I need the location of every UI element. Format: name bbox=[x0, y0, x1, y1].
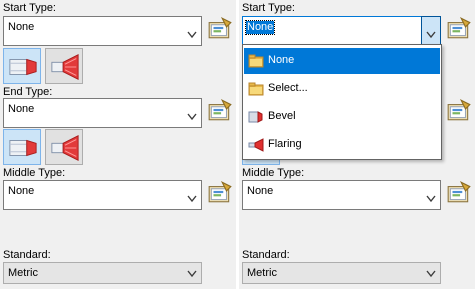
middle-type-label: Middle Type: bbox=[242, 167, 305, 179]
start-type-label: Start Type: bbox=[3, 2, 56, 14]
chevron-down-icon bbox=[187, 113, 197, 120]
bevel-end-button[interactable] bbox=[3, 129, 41, 165]
middle-type-combo[interactable]: None bbox=[3, 180, 202, 210]
start-type-dropdown-list: None Select... Bevel Flaring bbox=[242, 44, 442, 160]
standard-label: Standard: bbox=[3, 249, 51, 261]
browse-folder-icon[interactable] bbox=[207, 17, 233, 39]
bevel-icon bbox=[9, 140, 37, 156]
chevron-down-icon bbox=[187, 31, 197, 38]
bevel-end-button[interactable] bbox=[3, 48, 41, 84]
option-label: Bevel bbox=[268, 110, 296, 122]
standard-combo[interactable]: Metric bbox=[242, 262, 441, 284]
bevel-icon bbox=[248, 111, 263, 123]
folder-icon bbox=[248, 54, 264, 68]
standard-label: Standard: bbox=[242, 249, 290, 261]
dropdown-option-flaring[interactable]: Flaring bbox=[244, 132, 440, 158]
left-panel: Start Type: None End Type: None Middle T… bbox=[0, 0, 236, 289]
flaring-end-button[interactable] bbox=[45, 48, 83, 84]
end-type-combo[interactable]: None bbox=[3, 98, 202, 128]
chevron-down-icon bbox=[426, 270, 436, 277]
browse-folder-icon[interactable] bbox=[207, 99, 233, 121]
middle-type-value: None bbox=[247, 185, 274, 197]
browse-folder-icon[interactable] bbox=[446, 17, 472, 39]
browse-folder-icon[interactable] bbox=[446, 99, 472, 121]
start-type-combo[interactable]: None bbox=[3, 16, 202, 46]
chevron-down-icon bbox=[426, 195, 436, 202]
chevron-down-icon bbox=[187, 270, 197, 277]
standard-value: Metric bbox=[247, 267, 277, 279]
start-type-combo[interactable]: None bbox=[242, 16, 441, 46]
option-label: None bbox=[268, 54, 295, 66]
dropdown-toggle[interactable] bbox=[421, 16, 441, 46]
dropdown-option-select[interactable]: Select... bbox=[244, 76, 440, 102]
flaring-end-button[interactable] bbox=[45, 129, 83, 165]
start-type-value: None bbox=[8, 21, 35, 33]
option-label: Select... bbox=[268, 82, 308, 94]
browse-folder-icon[interactable] bbox=[207, 181, 233, 203]
bevel-icon bbox=[9, 59, 37, 75]
chevron-down-icon bbox=[187, 195, 197, 202]
middle-type-label: Middle Type: bbox=[3, 167, 66, 179]
flaring-icon bbox=[51, 135, 79, 161]
chevron-down-icon bbox=[426, 31, 436, 38]
middle-type-combo[interactable]: None bbox=[242, 180, 441, 210]
folder-icon bbox=[248, 82, 264, 96]
middle-type-value: None bbox=[8, 185, 35, 197]
option-label: Flaring bbox=[268, 138, 302, 150]
flaring-icon bbox=[51, 54, 79, 80]
start-type-value: None bbox=[244, 20, 276, 35]
dropdown-option-bevel[interactable]: Bevel bbox=[244, 104, 440, 130]
browse-folder-icon[interactable] bbox=[446, 181, 472, 203]
dropdown-option-none[interactable]: None bbox=[244, 48, 440, 74]
flaring-icon bbox=[248, 138, 264, 152]
start-type-label: Start Type: bbox=[242, 2, 295, 14]
end-type-value: None bbox=[8, 103, 35, 115]
standard-value: Metric bbox=[8, 267, 38, 279]
standard-combo[interactable]: Metric bbox=[3, 262, 202, 284]
